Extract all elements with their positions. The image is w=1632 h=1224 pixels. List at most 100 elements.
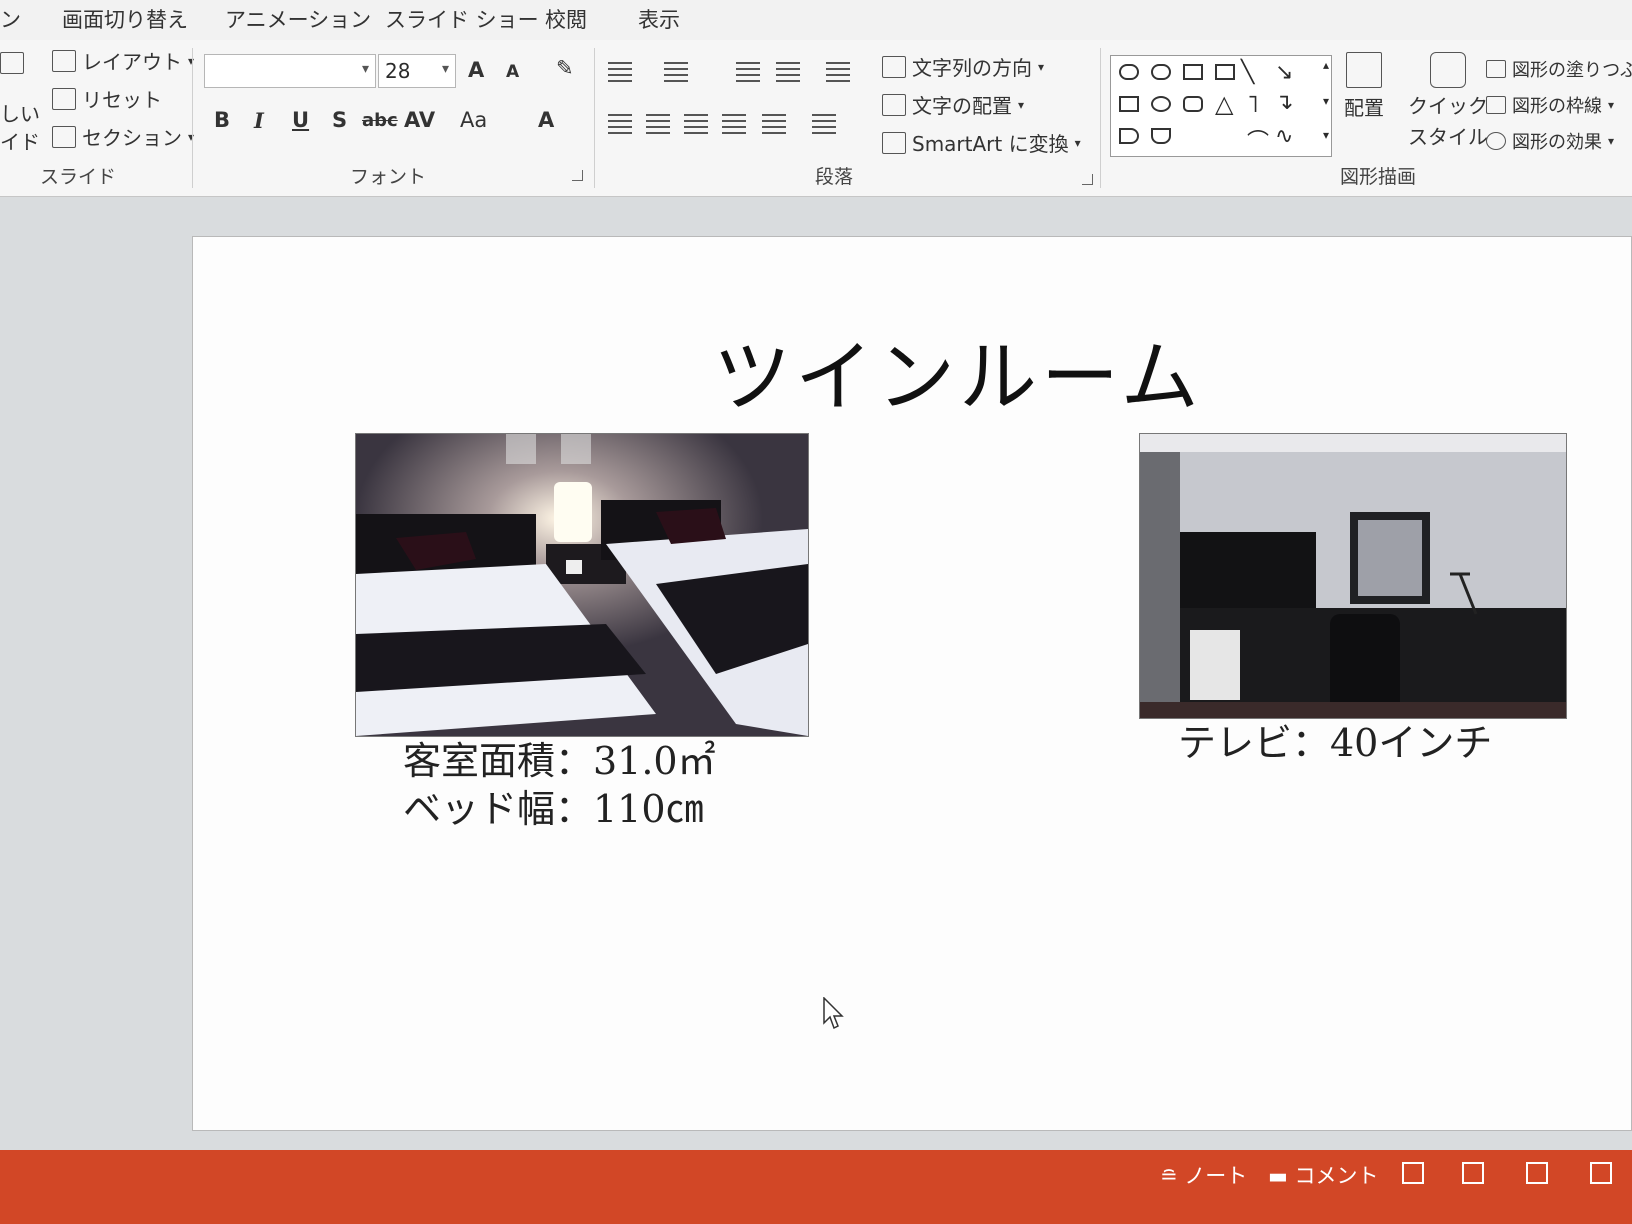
reset-button[interactable]: リセット <box>52 84 162 113</box>
slideshow-view-icon[interactable] <box>1590 1162 1612 1184</box>
arrange-icon <box>1346 52 1382 88</box>
elbow-connector-shape-icon[interactable]: ˥ <box>1247 90 1259 118</box>
dialog-launcher-icon[interactable] <box>572 170 583 181</box>
font-color-button[interactable]: A <box>538 108 554 132</box>
shrink-font-button[interactable]: A <box>506 62 519 82</box>
chevron-down-icon: ▾ <box>1608 98 1615 112</box>
arrange-button[interactable]: 配置 <box>1344 52 1384 121</box>
font-size-field[interactable]: 28 ▾ <box>378 54 456 88</box>
underline-button[interactable]: U <box>292 108 309 132</box>
tab-slideshow[interactable]: スライド ショー <box>385 4 539 34</box>
decrease-indent-icon[interactable] <box>736 62 760 82</box>
chevron-down-icon[interactable]: ▾ <box>362 61 369 77</box>
chevron-down-icon: ▾ <box>1074 135 1081 150</box>
slide-sorter-icon[interactable] <box>1462 1162 1484 1184</box>
convert-smartart-button[interactable]: SmartArt に変換 ▾ <box>882 128 1081 157</box>
ribbon-tab-bar: ン 画面切り替え アニメーション スライド ショー 校閲 表示 <box>0 0 1632 40</box>
line-shape-icon[interactable]: ╲ <box>1241 60 1254 85</box>
gallery-scroll-up-icon[interactable]: ▴ <box>1323 58 1329 72</box>
quick-styles-button[interactable]: クイック スタイル <box>1408 52 1488 150</box>
gallery-scroll-down-icon[interactable]: ▾ <box>1323 94 1329 108</box>
curve-shape-icon[interactable]: ∿ <box>1275 124 1293 149</box>
callout-shape-icon[interactable] <box>1119 64 1139 80</box>
layout-button[interactable]: レイアウト ▾ <box>52 46 194 75</box>
elbow-arrow-shape-icon[interactable]: ↴ <box>1275 90 1293 115</box>
shapes-gallery[interactable]: ╲ ↘ △ ˥ ↴ ⌒ ∿ ▴ ▾ ▾ <box>1110 55 1332 157</box>
chevron-down-icon[interactable]: ▾ <box>442 61 449 77</box>
smartart-label: SmartArt に変換 <box>912 132 1069 156</box>
section-label: セクション <box>82 126 182 150</box>
twin-beds-photo[interactable] <box>355 433 809 737</box>
shape-effects-button[interactable]: 図形の効果 ▾ <box>1486 128 1614 154</box>
change-case-button[interactable]: Aa <box>460 108 487 132</box>
italic-button[interactable]: I <box>254 108 264 133</box>
line-spacing-icon[interactable] <box>826 62 850 82</box>
oval-shape-icon[interactable] <box>1151 96 1171 112</box>
ribbon: しい イド レイアウト ▾ リセット セクション ▾ スライド ▾ 28 ▾ A… <box>0 40 1632 197</box>
room-area-caption[interactable]: 客室面積：31.0㎡ <box>403 737 716 785</box>
rounded-rect-shape-icon[interactable] <box>1183 96 1203 112</box>
justify-icon[interactable] <box>722 114 746 134</box>
down-arrow-shape-icon[interactable] <box>1151 128 1171 144</box>
strikethrough-button[interactable]: abc <box>362 110 398 131</box>
desk-tv-photo[interactable] <box>1139 433 1567 719</box>
normal-view-icon[interactable] <box>1402 1162 1424 1184</box>
shadow-button[interactable]: S <box>332 108 347 132</box>
font-name-field[interactable]: ▾ <box>204 54 376 88</box>
char-spacing-button[interactable]: AV <box>404 108 435 132</box>
quick-styles-icon <box>1430 52 1466 88</box>
distributed-icon[interactable] <box>762 114 786 134</box>
status-bar: ≘ ノート ▬ コメント <box>0 1150 1632 1224</box>
tab-review[interactable]: 校閲 <box>545 4 587 34</box>
shape-fill-label: 図形の塗りつぶ <box>1512 60 1632 81</box>
right-arrow-shape-icon[interactable] <box>1119 128 1139 144</box>
slide-canvas[interactable]: ツインルーム 客室面積：31.0㎡ ベッド幅：110㎝ テレビ：40インチ <box>192 236 1632 1131</box>
tab-partial[interactable]: ン <box>0 4 21 34</box>
arc-shape-icon[interactable]: ⌒ <box>1247 124 1269 156</box>
reset-icon <box>52 87 76 110</box>
tv-size-caption[interactable]: テレビ：40インチ <box>1178 719 1492 767</box>
align-text-button[interactable]: 文字の配置 ▾ <box>882 90 1024 119</box>
text-direction-button[interactable]: 文字列の方向 ▾ <box>882 52 1044 81</box>
triangle-shape-icon[interactable]: △ <box>1215 90 1233 118</box>
grow-font-button[interactable]: A <box>468 58 484 82</box>
dialog-launcher-icon[interactable] <box>1082 174 1093 185</box>
shape-fill-button[interactable]: 図形の塗りつぶ <box>1486 56 1632 82</box>
tab-animations[interactable]: アニメーション <box>225 4 371 34</box>
align-right-icon[interactable] <box>684 114 708 134</box>
notes-button[interactable]: ≘ ノート <box>1160 1160 1247 1190</box>
bold-button[interactable]: B <box>214 108 230 132</box>
gallery-more-icon[interactable]: ▾ <box>1323 128 1329 142</box>
oval-callout-shape-icon[interactable] <box>1151 64 1171 80</box>
new-slide-icon <box>0 52 24 74</box>
clear-format-icon[interactable]: ✎ <box>556 56 574 80</box>
bullets-icon[interactable] <box>608 62 632 82</box>
tab-transitions[interactable]: 画面切り替え <box>62 4 188 34</box>
mouse-pointer-icon <box>823 997 844 1030</box>
vertical-textbox-shape-icon[interactable] <box>1215 64 1235 80</box>
drawing-group-label: 図形描画 <box>1340 166 1417 188</box>
comments-button[interactable]: ▬ コメント <box>1268 1160 1379 1190</box>
textbox-shape-icon[interactable] <box>1183 64 1203 80</box>
slide-title[interactable]: ツインルーム <box>713 315 1203 427</box>
font-group-label: フォント <box>350 166 427 188</box>
increase-indent-icon[interactable] <box>776 62 800 82</box>
reset-label: リセット <box>82 88 162 112</box>
arrow-line-shape-icon[interactable]: ↘ <box>1275 60 1293 85</box>
bed-width-caption[interactable]: ベッド幅：110㎝ <box>403 785 704 833</box>
section-button[interactable]: セクション ▾ <box>52 122 194 151</box>
group-divider <box>192 48 193 188</box>
columns-icon[interactable] <box>812 114 836 134</box>
shape-outline-button[interactable]: 図形の枠線 ▾ <box>1486 92 1614 118</box>
reading-view-icon[interactable] <box>1526 1162 1548 1184</box>
numbering-icon[interactable] <box>664 62 688 82</box>
align-left-icon[interactable] <box>608 114 632 134</box>
group-divider <box>1100 48 1101 188</box>
layout-icon <box>52 49 76 72</box>
rectangle-shape-icon[interactable] <box>1119 96 1139 112</box>
tab-view[interactable]: 表示 <box>638 4 680 34</box>
align-center-icon[interactable] <box>646 114 670 134</box>
new-slide-button[interactable] <box>0 52 24 74</box>
slides-group-label: スライド <box>40 166 117 188</box>
group-divider <box>594 48 595 188</box>
